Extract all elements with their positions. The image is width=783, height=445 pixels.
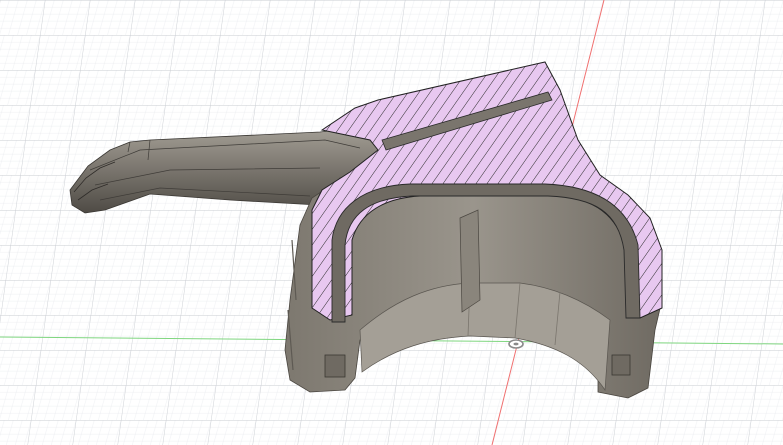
model-center-post bbox=[459, 209, 481, 313]
right-slot bbox=[611, 354, 631, 376]
origin-ring-icon[interactable] bbox=[508, 339, 524, 349]
3d-scene[interactable] bbox=[0, 0, 783, 445]
canvas-viewport[interactable] bbox=[0, 0, 783, 445]
left-slot bbox=[324, 354, 346, 378]
